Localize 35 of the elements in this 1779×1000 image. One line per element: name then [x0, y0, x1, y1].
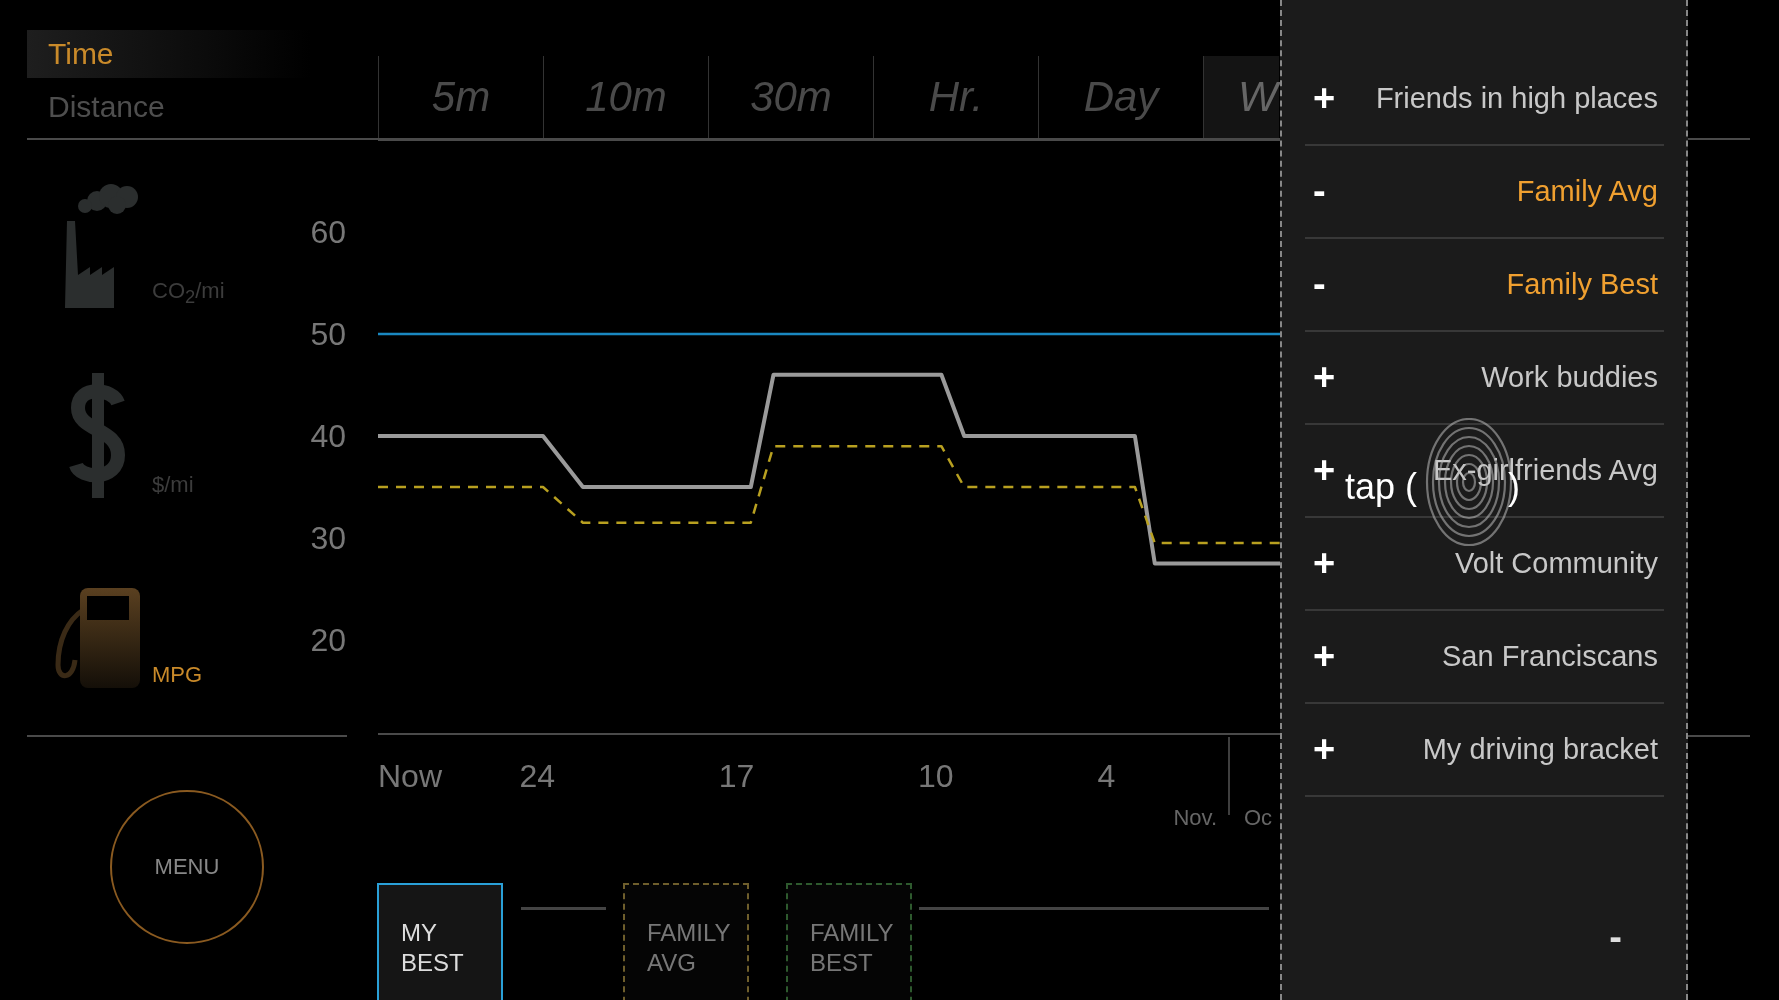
- x-tick-label: Now: [378, 758, 442, 794]
- toggle-button[interactable]: -: [1313, 263, 1326, 306]
- x-tick-label: 17: [718, 758, 755, 794]
- y-tick-label: 40: [310, 417, 346, 454]
- tap-hint: tap (: [1345, 466, 1418, 508]
- toggle-button[interactable]: +: [1313, 635, 1336, 678]
- group-item[interactable]: Friends in high places: [1375, 82, 1658, 115]
- group-item[interactable]: Work buddies: [1481, 361, 1658, 394]
- month-label: Nov.: [1173, 805, 1217, 830]
- toggle-button[interactable]: -: [1313, 170, 1326, 213]
- group-item[interactable]: My driving bracket: [1422, 733, 1658, 766]
- toggle-button[interactable]: +: [1313, 728, 1336, 771]
- x-tick-label: 24: [519, 758, 556, 794]
- y-tick-label: 30: [310, 520, 346, 557]
- menu-button[interactable]: MENU: [110, 790, 264, 944]
- group-item[interactable]: Family Avg: [1516, 175, 1658, 208]
- dollar-icon: [67, 373, 128, 498]
- x-tick-label: 10: [917, 758, 954, 794]
- month-label: Oc: [1244, 805, 1273, 830]
- legend-button[interactable]: MY BEST: [377, 883, 503, 1000]
- group-item[interactable]: San Franciscans: [1442, 640, 1658, 673]
- metric-label[interactable]: MPG: [152, 662, 203, 688]
- y-tick-label: 50: [310, 315, 346, 352]
- group-item[interactable]: Family Best: [1506, 268, 1658, 301]
- y-tick-label: 20: [310, 622, 346, 659]
- x-tick-label: 4: [1097, 758, 1116, 794]
- toggle-button[interactable]: +: [1313, 356, 1336, 399]
- group-item[interactable]: Volt Community: [1454, 547, 1658, 580]
- y-tick-label: 60: [310, 213, 346, 250]
- toggle-button[interactable]: +: [1313, 449, 1336, 492]
- legend-button[interactable]: FAMILY BEST: [786, 883, 912, 1000]
- toggle-button[interactable]: +: [1313, 77, 1336, 120]
- collapse-button[interactable]: -: [1603, 915, 1628, 960]
- toggle-button[interactable]: +: [1313, 542, 1336, 585]
- legend-button[interactable]: FAMILY AVG: [623, 883, 749, 1000]
